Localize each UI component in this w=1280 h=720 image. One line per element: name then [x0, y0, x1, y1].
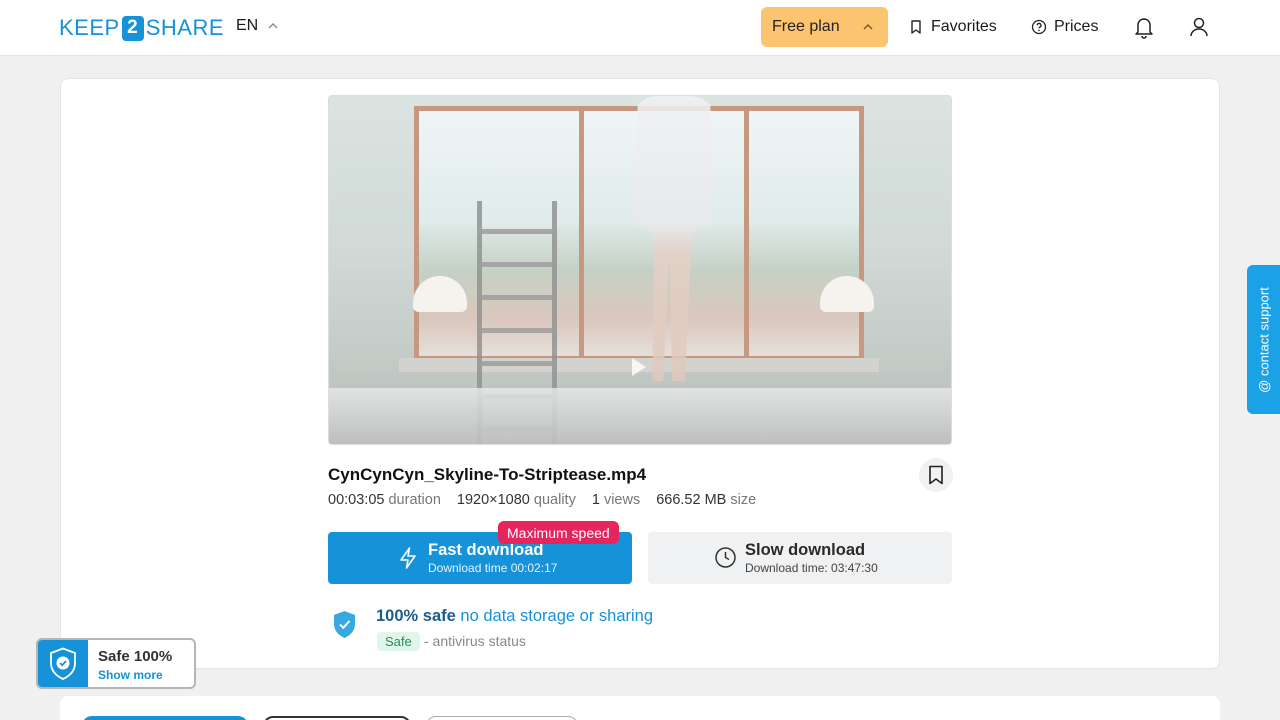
prices-label: Prices — [1054, 18, 1099, 35]
safe-widget-title: Safe 100% — [98, 648, 173, 665]
views-value: 1 — [591, 492, 600, 508]
size-meta: 666.52 MB size — [656, 492, 756, 512]
favorites-link[interactable]: Favorites — [908, 15, 997, 39]
chevron-up-icon — [268, 23, 278, 29]
safe-widget-show-more[interactable]: Show more — [98, 668, 163, 682]
duration-label: duration — [388, 492, 441, 508]
safety-strong: 100% safe — [376, 607, 456, 625]
quality-meta: 1920×1080 quality — [457, 492, 576, 512]
question-circle-icon — [1031, 19, 1047, 35]
keep2share-logo[interactable]: KEEP 2 SHARE — [59, 14, 224, 42]
shield-check-icon — [50, 647, 76, 680]
notifications-button[interactable] — [1132, 14, 1156, 40]
bookmark-icon — [911, 20, 921, 34]
play-icon[interactable] — [632, 358, 646, 376]
slow-download-button[interactable]: Slow download Download time: 03:47:30 — [648, 532, 952, 584]
language-selector[interactable]: EN — [236, 15, 278, 37]
file-meta: 00:03:05 duration 1920×1080 quality 1 vi… — [328, 492, 756, 512]
preview-overlay — [329, 96, 951, 444]
logo-text-keep: KEEP — [59, 15, 120, 40]
logo-text-share: SHARE — [145, 15, 224, 40]
safe-widget[interactable]: Safe 100% Show more — [36, 638, 196, 689]
clock-icon — [715, 547, 736, 568]
free-plan-button[interactable]: Free plan — [761, 7, 888, 47]
duration-value: 00:03:05 — [328, 492, 385, 508]
logo-number: 2 — [121, 15, 144, 41]
antivirus-safe-tag: Safe — [377, 632, 420, 651]
shield-check-icon — [334, 611, 355, 638]
quality-label: quality — [533, 492, 576, 508]
language-label: EN — [236, 17, 259, 34]
chevron-up-icon — [863, 24, 873, 30]
slow-download-label: Slow download — [745, 541, 866, 559]
tab-button-active[interactable] — [82, 716, 248, 720]
contact-support-tab[interactable]: @ contact support — [1247, 265, 1280, 414]
tab-button[interactable] — [426, 716, 578, 720]
video-preview[interactable] — [328, 95, 952, 445]
views-label: views — [603, 492, 641, 508]
lightning-icon — [400, 547, 416, 569]
bookmark-icon — [929, 465, 943, 485]
user-icon — [1190, 17, 1208, 37]
safe-widget-badge — [38, 640, 88, 687]
safety-statement: 100% safe no data storage or sharing — [376, 607, 653, 626]
add-favorite-button[interactable] — [919, 458, 953, 492]
antivirus-status: - antivirus status — [424, 633, 526, 649]
size-value: 666.52 MB — [656, 492, 727, 508]
plan-label: Free plan — [772, 18, 840, 35]
fast-download-time: Download time 00:02:17 — [428, 561, 558, 575]
contact-support-label: @ contact support — [1256, 286, 1271, 393]
views-meta: 1 views — [592, 492, 640, 512]
size-label: size — [730, 492, 757, 508]
prices-link[interactable]: Prices — [1031, 15, 1098, 39]
tab-button[interactable] — [263, 716, 411, 720]
account-button[interactable] — [1187, 14, 1211, 40]
slow-download-time: Download time: 03:47:30 — [745, 561, 878, 575]
quality-value: 1920×1080 — [456, 492, 530, 508]
bell-icon — [1135, 18, 1153, 39]
safety-rest: no data storage or sharing — [460, 607, 654, 625]
file-name: CynCynCyn_Skyline-To-Striptease.mp4 — [328, 465, 647, 484]
duration-meta: 00:03:05 duration — [328, 492, 441, 512]
top-bar: KEEP 2 SHARE EN Free plan Favorites Pric… — [0, 0, 1280, 56]
max-speed-badge: Maximum speed — [498, 521, 619, 544]
favorites-label: Favorites — [931, 18, 997, 35]
